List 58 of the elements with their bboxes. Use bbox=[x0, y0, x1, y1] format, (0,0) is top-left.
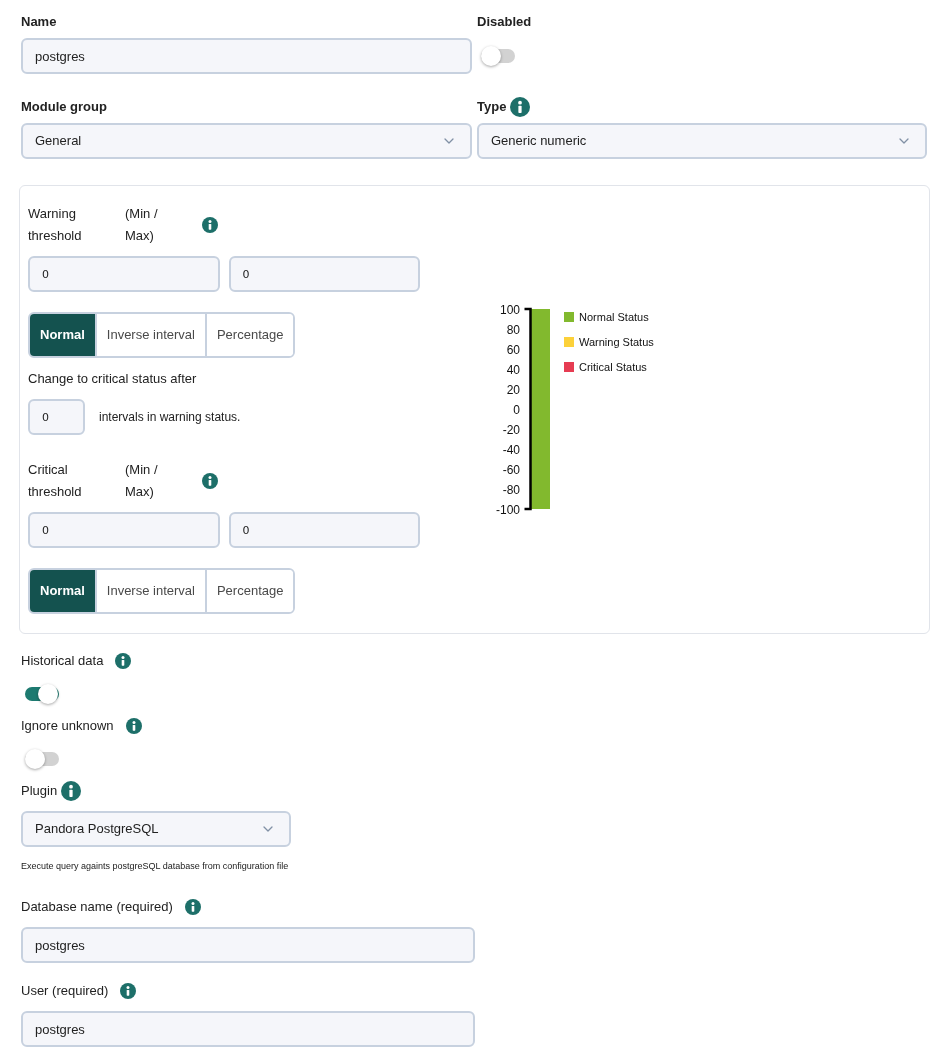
range-label: (Min / Max) bbox=[125, 205, 159, 245]
field-label: Ignore unknown bbox=[21, 717, 114, 736]
legend-label: Critical Status bbox=[579, 359, 647, 374]
segment-button[interactable]: Percentage bbox=[204, 314, 294, 356]
help-text: Execute query againts postgreSQL database from configuration file bbox=[21, 860, 289, 873]
axis-tick-label: 0 bbox=[513, 402, 520, 416]
toggle-switch[interactable] bbox=[481, 45, 517, 67]
info-icon[interactable] bbox=[202, 217, 218, 233]
suffix-text: intervals in warning status. bbox=[99, 409, 241, 426]
field-label: Plugin bbox=[21, 782, 58, 801]
max-field[interactable]: 0 bbox=[228, 256, 420, 292]
field-label: Disabled bbox=[477, 13, 532, 32]
axis-tick-label: -100 bbox=[495, 502, 520, 516]
segment-button[interactable]: Normal bbox=[30, 570, 95, 612]
axis-tick-label: -20 bbox=[502, 422, 520, 436]
axis-tick-label: 80 bbox=[506, 322, 520, 336]
field-label: Name bbox=[21, 13, 57, 32]
axis-tick-label: 40 bbox=[506, 362, 520, 376]
field-label: User (required) bbox=[21, 982, 109, 1001]
info-icon[interactable] bbox=[184, 899, 201, 915]
legend-label: Normal Status bbox=[579, 309, 649, 324]
info-icon[interactable] bbox=[115, 653, 132, 669]
segment-button[interactable]: Normal bbox=[30, 314, 95, 356]
max-field[interactable]: 0 bbox=[228, 512, 420, 548]
chevron-down-icon bbox=[263, 826, 273, 832]
legend-label: Warning Status bbox=[579, 334, 654, 349]
info-icon[interactable] bbox=[120, 983, 137, 999]
text-field[interactable]: postgres bbox=[21, 1011, 475, 1047]
info-icon[interactable] bbox=[202, 473, 218, 489]
axis-tick-label: 60 bbox=[506, 342, 520, 356]
axis-tick-label: 100 bbox=[499, 302, 520, 316]
dropdown[interactable]: Pandora PostgreSQL bbox=[21, 811, 291, 847]
chevron-down-icon bbox=[899, 138, 909, 144]
field-label: Type bbox=[477, 98, 507, 117]
axis-tick-label: -40 bbox=[502, 442, 520, 456]
text-field[interactable]: postgres bbox=[21, 38, 472, 74]
chevron-down-icon bbox=[444, 138, 454, 144]
dropdown[interactable]: Generic numeric bbox=[477, 123, 927, 159]
min-field[interactable]: 0 bbox=[28, 256, 220, 292]
range-label: (Min / Max) bbox=[125, 461, 159, 501]
axis-tick-label: -80 bbox=[502, 482, 520, 496]
text-field[interactable]: postgres bbox=[21, 927, 475, 963]
axis-tick-label: 20 bbox=[506, 382, 520, 396]
axis-tick-label: -60 bbox=[502, 462, 520, 476]
threshold-label: Warning threshold bbox=[28, 205, 83, 245]
field-label: Change to critical status after bbox=[28, 370, 197, 388]
number-field[interactable]: 0 bbox=[28, 399, 85, 435]
dropdown[interactable]: General bbox=[21, 123, 472, 159]
info-icon[interactable] bbox=[510, 97, 531, 117]
field-label: Historical data bbox=[21, 652, 104, 671]
segment-button[interactable]: Percentage bbox=[204, 570, 294, 612]
toggle-switch[interactable] bbox=[25, 748, 61, 770]
field-label: Database name (required) bbox=[21, 898, 173, 917]
info-icon[interactable] bbox=[61, 781, 82, 801]
min-field[interactable]: 0 bbox=[28, 512, 220, 548]
info-icon[interactable] bbox=[125, 718, 142, 734]
field-label: Module group bbox=[21, 98, 107, 117]
threshold-label: Critical threshold bbox=[28, 461, 83, 501]
